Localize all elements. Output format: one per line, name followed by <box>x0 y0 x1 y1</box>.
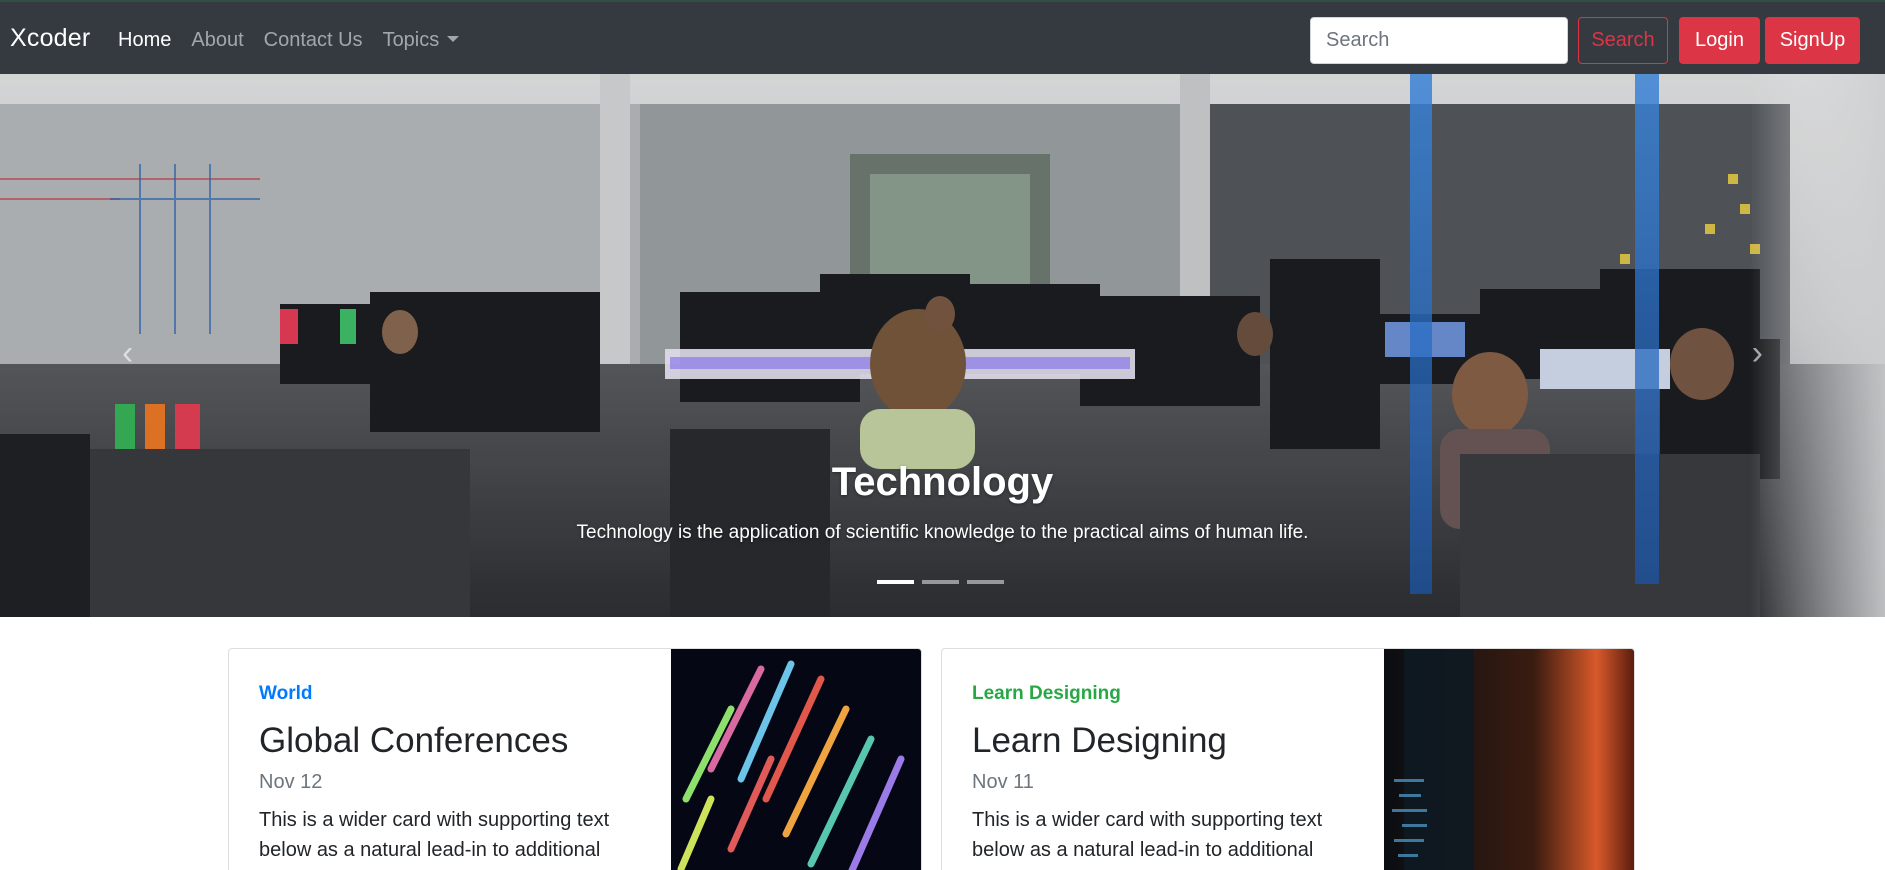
carousel-caption-title: Technology <box>831 460 1054 504</box>
nav-home[interactable]: Home <box>118 29 171 52</box>
carousel-indicator-3[interactable] <box>967 580 1004 584</box>
chevron-left-icon: ‹ <box>122 334 134 372</box>
chevron-right-icon: › <box>1751 334 1763 372</box>
card-title: Learn Designing <box>972 721 1227 760</box>
login-button[interactable]: Login <box>1679 17 1760 64</box>
carousel-caption-text: Technology is the application of scienti… <box>576 522 1309 543</box>
card-date: Nov 11 <box>972 771 1034 793</box>
article-card-learn-designing: Learn Designing Learn Designing Nov 11 T… <box>941 648 1635 870</box>
signup-button[interactable]: SignUp <box>1765 17 1860 64</box>
nav-topics-dropdown[interactable]: Topics <box>383 29 460 52</box>
card-text: This is a wider card with supporting tex… <box>972 809 1323 870</box>
navbar: Xcoder Home About Contact Us Topics Sear… <box>0 0 1885 74</box>
card-thumbnail-image <box>671 649 921 870</box>
card-category[interactable]: Learn Designing <box>972 683 1372 705</box>
search-button[interactable]: Search <box>1578 17 1668 64</box>
chevron-down-icon <box>447 35 460 42</box>
carousel-indicator-2[interactable] <box>922 580 959 584</box>
article-card-world: World Global Conferences Nov 12 This is … <box>228 648 922 870</box>
card-title: Global Conferences <box>259 721 569 760</box>
card-body: World Global Conferences Nov 12 This is … <box>259 683 659 870</box>
carousel-indicators <box>877 580 1004 584</box>
card-category[interactable]: World <box>259 683 659 705</box>
card-text: This is a wider card with supporting tex… <box>259 809 610 870</box>
nav-links: Home About Contact Us Topics <box>118 29 479 52</box>
card-date: Nov 12 <box>259 771 323 793</box>
card-thumbnail-image <box>1384 649 1634 870</box>
carousel-indicator-1[interactable] <box>877 580 914 584</box>
nav-contact[interactable]: Contact Us <box>264 29 363 52</box>
brand-logo[interactable]: Xcoder <box>10 24 90 53</box>
hero-carousel: ‹ › Technology Technology is the applica… <box>0 74 1885 617</box>
search-input[interactable] <box>1310 17 1568 64</box>
card-body: Learn Designing Learn Designing Nov 11 T… <box>972 683 1372 870</box>
nav-topics-label: Topics <box>382 29 440 51</box>
nav-about[interactable]: About <box>191 29 243 52</box>
